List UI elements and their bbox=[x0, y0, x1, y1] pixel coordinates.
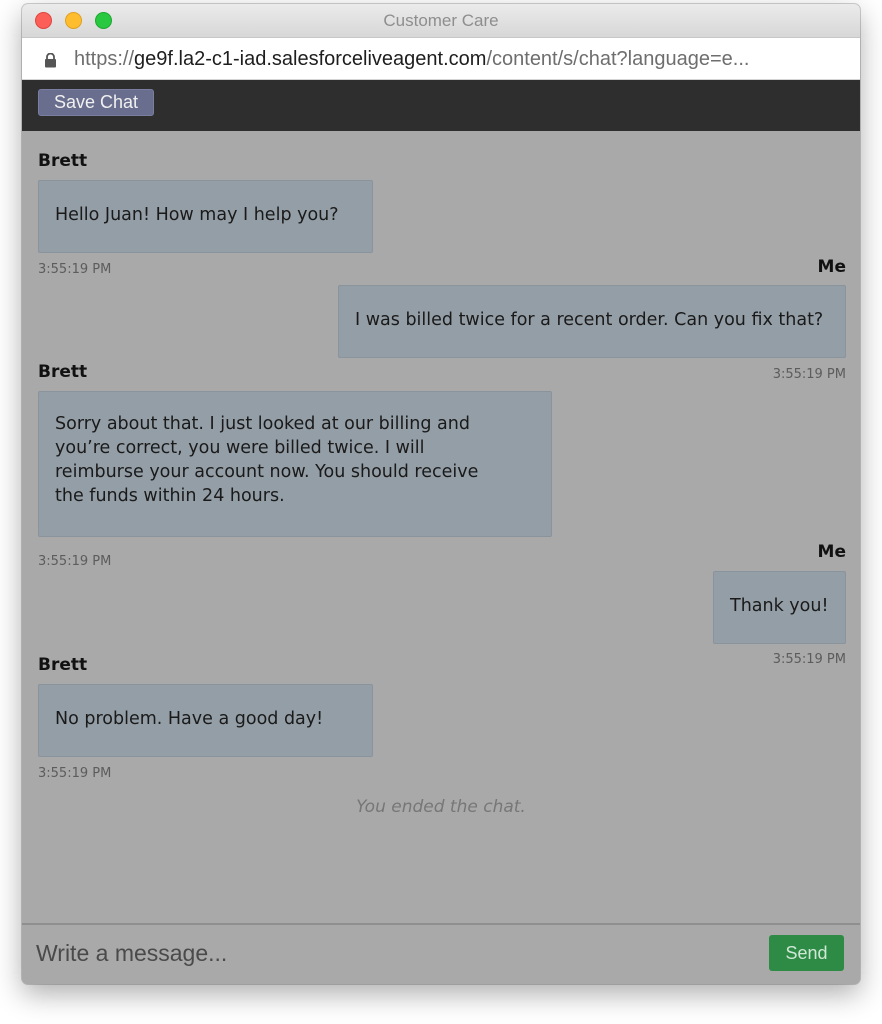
user-message-bubble: Thank you! bbox=[713, 571, 846, 644]
message-sender: Me bbox=[817, 257, 846, 277]
browser-window: Customer Care https://ge9f.la2-c1-iad.sa… bbox=[22, 4, 860, 984]
window-title: Customer Care bbox=[383, 11, 499, 30]
chat-toolbar: Save Chat bbox=[22, 80, 860, 131]
message-sender: Brett bbox=[38, 151, 88, 171]
chat-ended-notice: You ended the chat. bbox=[356, 797, 526, 817]
message-input[interactable] bbox=[36, 935, 736, 971]
message-timestamp: 3:55:19 PM bbox=[38, 262, 112, 277]
url-scheme: https:// bbox=[74, 48, 135, 70]
user-message-bubble: I was billed twice for a recent order. C… bbox=[338, 285, 846, 358]
message-sender: Me bbox=[817, 542, 846, 562]
lock-icon bbox=[45, 53, 56, 68]
url-path: /content/s/chat?language=e... bbox=[486, 48, 750, 70]
message-timestamp: 3:55:19 PM bbox=[38, 766, 112, 781]
agent-message-bubble: Sorry about that. I just looked at our b… bbox=[38, 391, 552, 537]
message-sender: Brett bbox=[38, 655, 88, 675]
chat-transcript[interactable]: Brett Hello Juan! How may I help you? 3:… bbox=[22, 131, 860, 923]
agent-message-bubble: No problem. Have a good day! bbox=[38, 684, 373, 757]
message-composer: Send bbox=[22, 923, 860, 984]
message-timestamp: 3:55:19 PM bbox=[772, 652, 846, 667]
send-button[interactable]: Send bbox=[769, 935, 844, 971]
agent-message-bubble: Hello Juan! How may I help you? bbox=[38, 180, 373, 253]
message-timestamp: 3:55:19 PM bbox=[38, 554, 112, 569]
title-bar: Customer Care bbox=[22, 4, 860, 38]
message-sender: Brett bbox=[38, 362, 88, 382]
url-text[interactable]: https://ge9f.la2-c1-iad.salesforceliveag… bbox=[74, 48, 848, 71]
message-timestamp: 3:55:19 PM bbox=[772, 367, 846, 382]
address-bar[interactable]: https://ge9f.la2-c1-iad.salesforceliveag… bbox=[22, 38, 860, 80]
url-host: ge9f.la2-c1-iad.salesforceliveagent.com bbox=[134, 48, 487, 70]
save-chat-button[interactable]: Save Chat bbox=[38, 89, 154, 116]
